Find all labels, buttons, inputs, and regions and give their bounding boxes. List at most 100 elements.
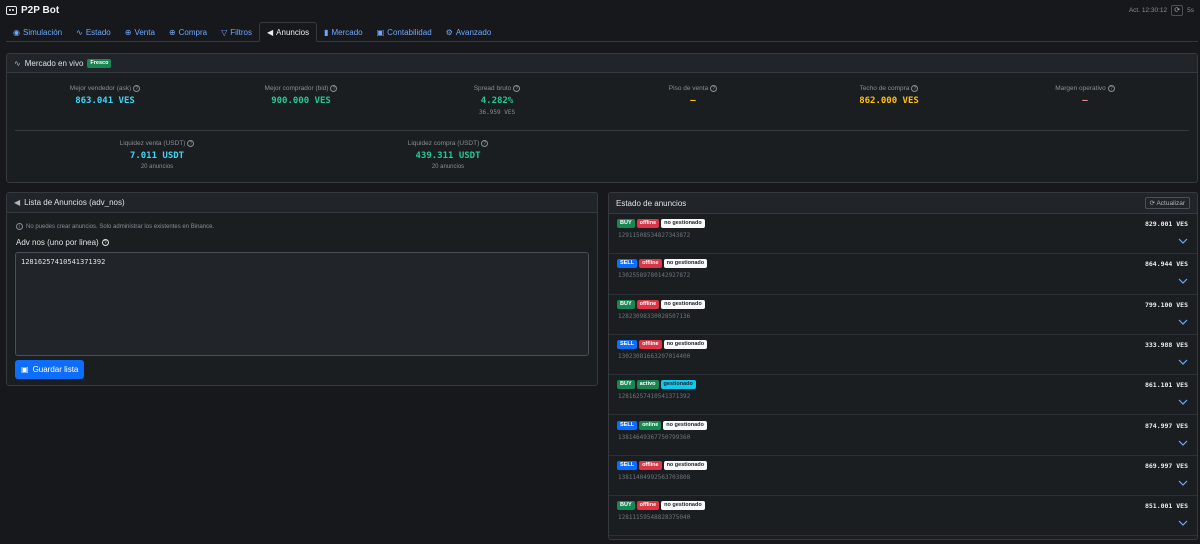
help-icon[interactable]: ? [481,140,489,147]
ads-list-header: ◀ Lista de Anuncios (adv_nos) [7,193,597,213]
adv-number: 12911508534827343872 [618,232,691,239]
adv-number: 12811159548828375040 [618,514,691,522]
managed-badge: no gestionado [663,259,708,269]
refresh-interval: 5s [1187,6,1194,14]
tab-label: Venta [134,27,155,37]
tab-icon: ⊕ [124,27,132,37]
tab-icon: ⚙ [445,27,453,37]
tab-mercado[interactable]: ▮ Mercado [317,22,370,42]
status-row[interactable]: BUY offline no gestionado 12811159548828375… [609,496,1197,537]
save-list-button[interactable]: ▣ Guardar lista [15,360,85,379]
market-card: ∿ Mercado en vivo Fresco Mejor vendedor … [6,53,1198,183]
chevron-down-icon[interactable] [1178,236,1188,246]
tab-icon: ⊕ [168,27,176,37]
info-icon: i [16,223,23,230]
ads-list-card: ◀ Lista de Anuncios (adv_nos) i No puede… [6,192,598,386]
metric-label: Mejor comprador (bid) [264,85,329,92]
chevron-down-icon[interactable] [1178,518,1188,528]
adv-nos-textarea[interactable]: 12816257410541371392 [15,252,589,356]
tab-simulacin[interactable]: ◉ Simulación [6,22,69,42]
refresh-toggle-button[interactable]: ⟳ [1171,4,1184,16]
chevron-down-icon[interactable] [1178,478,1188,488]
state-badge: online [639,420,662,430]
status-badges: SELL offline no gestionado [617,339,708,349]
floppy-icon: ▣ [21,365,29,374]
ad-price: 869.997 VES [1144,461,1188,470]
help-icon[interactable]: ? [101,239,109,246]
chevron-down-icon[interactable] [1178,276,1188,286]
status-row[interactable]: SELL online no gestionado 13814649367750799… [609,416,1197,456]
chevron-down-icon[interactable] [1178,357,1188,367]
status-badges: SELL offline no gestionado [617,259,708,269]
metric-margin: Margen operativo? — [987,85,1183,116]
tab-compra[interactable]: ⊕ Compra [162,22,214,42]
status-row[interactable]: BUY activo gestionado 12816257410541371392 8… [609,375,1197,416]
buy-ceiling-value: 862.000 VES [859,96,919,106]
market-card-header: ∿ Mercado en vivo Fresco [7,54,1197,73]
state-badge: offline [639,259,662,269]
tab-contabilidad[interactable]: ▣ Contabilidad [370,22,439,42]
liq-sell-sub: 20 anuncios [140,164,174,170]
ad-price: 829.001 VES [1144,220,1188,228]
liq-sell-value: 7.011 USDT [129,151,185,161]
robot-icon [6,5,17,15]
help-icon[interactable]: ? [330,85,338,92]
metric-label: Mejor vendedor (ask) [69,85,132,92]
chevron-down-icon[interactable] [1178,397,1188,407]
spread-sub: 36.959 VES [478,109,516,116]
liquidity-row: Liquidez venta (USDT)? 7.011 USDT 20 anu… [7,140,1197,170]
tab-estado[interactable]: ∿ Estado [69,22,118,42]
status-row[interactable]: SELL offline no gestionado 1381140499256370… [609,456,1197,497]
help-icon[interactable]: ? [133,85,141,92]
side-badge: BUY [617,501,635,511]
help-icon[interactable]: ? [710,85,718,92]
tab-filtros[interactable]: ▽ Filtros [214,22,259,42]
status-badges: BUY offline no gestionado [617,299,705,309]
ad-price: 799.100 VES [1144,300,1188,309]
refresh-icon: ⟳ [1174,7,1181,14]
managed-badge: no gestionado [663,460,708,470]
side-badge: SELL [617,460,638,470]
adv-number: 12823098330028507136 [618,312,691,320]
refresh-status-label: Actualizar [1156,200,1185,207]
managed-badge: no gestionado [661,299,705,309]
status-badges: SELL offline no gestionado [617,460,708,470]
metric-spread: Spread bruto? 4.282% 36.959 VES [399,85,595,116]
tab-venta[interactable]: ⊕ Venta [118,22,162,42]
divider [15,130,1189,131]
side-badge: BUY [617,299,635,309]
managed-badge: no gestionado [661,501,705,511]
best-bid-value: 900.000 VES [271,96,331,106]
managed-badge: no gestionado [663,420,707,430]
tab-label: Simulación [22,27,63,37]
status-row[interactable]: SELL offline no gestionado 1302558978014292… [609,254,1197,295]
tab-label: Mercado [331,27,363,37]
chevron-down-icon[interactable] [1178,438,1188,448]
state-badge: offline [636,501,660,511]
tab-anuncios[interactable]: ◀ Anuncios [259,22,318,42]
help-icon[interactable]: ? [187,140,195,147]
status-row[interactable]: BUY offline no gestionado 12823098330028507… [609,295,1197,335]
status-row[interactable]: BUY offline no gestionado 12911508534827343… [609,214,1197,255]
metric-sell-floor: Piso de venta? — [595,85,791,116]
ads-list-title: Lista de Anuncios (adv_nos) [24,198,125,207]
side-badge: SELL [617,420,638,430]
tab-label: Filtros [230,27,252,37]
metric-best-bid: Mejor comprador (bid)? 900.000 VES [203,85,399,116]
side-badge: BUY [617,380,635,390]
help-icon[interactable]: ? [1107,85,1115,92]
adv-field-label-text: Adv nos (uno por linea) [16,238,99,247]
help-icon[interactable]: ? [911,85,919,92]
status-header: Estado de anuncios [609,193,1197,214]
help-icon[interactable]: ? [513,85,521,92]
chevron-down-icon[interactable] [1178,317,1188,327]
liq-buy-value: 439.311 USDT [415,151,481,161]
ad-price: 861.101 VES [1144,381,1188,390]
tab-label: Estado [85,27,111,37]
pulse-icon: ∿ [14,58,21,68]
tab-avanzado[interactable]: ⚙ Avanzado [439,22,499,42]
status-row[interactable]: SELL offline no gestionado 1302308166320701… [609,335,1197,376]
top-bar: P2P Bot Act. 12:30:12 ⟳ 5s [0,0,1200,20]
refresh-status-button[interactable]: ⟳ Actualizar [1144,197,1190,209]
adv-number: 13814649367750799360 [618,433,691,441]
